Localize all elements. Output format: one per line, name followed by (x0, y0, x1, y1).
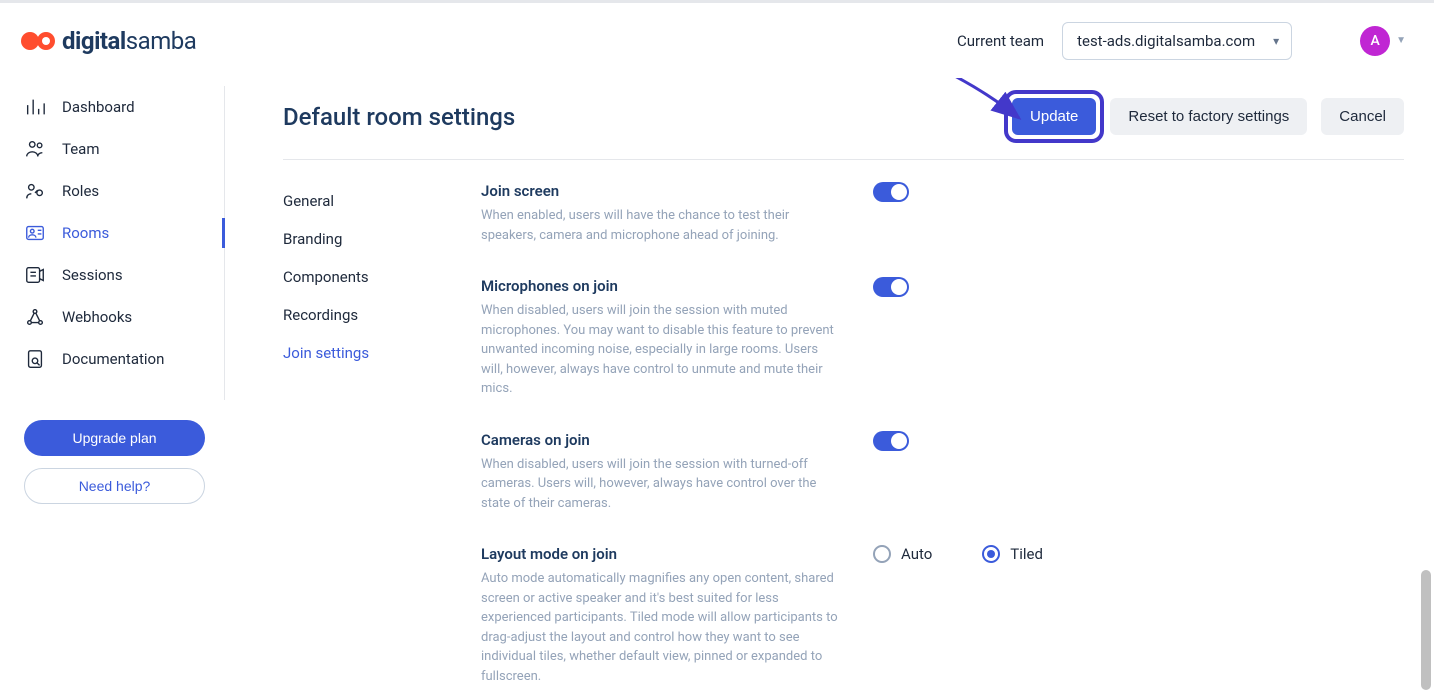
setting-desc: When disabled, users will join the sessi… (481, 301, 841, 399)
user-menu[interactable]: A ▼ (1360, 26, 1406, 56)
team-icon (24, 139, 46, 159)
setting-desc: Auto mode automatically magnifies any op… (481, 569, 841, 686)
reset-button[interactable]: Reset to factory settings (1110, 98, 1307, 135)
current-team-label: Current team (957, 32, 1044, 50)
radio-label: Auto (901, 545, 932, 563)
upgrade-plan-button[interactable]: Upgrade plan (24, 420, 205, 456)
sidebar-item-rooms[interactable]: Rooms (24, 212, 224, 254)
setting-layout-mode: Layout mode on join Auto mode automatica… (481, 545, 1404, 686)
setting-desc: When enabled, users will have the chance… (481, 206, 841, 245)
setting-title: Cameras on join (481, 431, 841, 449)
documentation-icon (24, 349, 46, 369)
sidebar-item-label: Dashboard (62, 98, 135, 116)
app-header: digitalsamba Current team test-ads.digit… (0, 3, 1434, 78)
setting-title: Microphones on join (481, 277, 841, 295)
rooms-icon (24, 223, 46, 243)
logo-icon (20, 29, 58, 53)
toggle-join-screen[interactable] (873, 182, 909, 202)
avatar: A (1360, 26, 1390, 56)
setting-join-screen: Join screen When enabled, users will hav… (481, 182, 1404, 245)
sidebar-item-label: Team (62, 140, 100, 158)
setting-desc: When disabled, users will join the sessi… (481, 455, 841, 514)
logo[interactable]: digitalsamba (20, 27, 196, 55)
webhooks-icon (24, 307, 46, 327)
team-select-value: test-ads.digitalsamba.com (1077, 32, 1255, 50)
main-content: Default room settings Update Reset to fa… (225, 78, 1434, 696)
update-button[interactable]: Update (1012, 98, 1096, 135)
setting-title: Join screen (481, 182, 841, 200)
subnav-item-join-settings[interactable]: Join settings (283, 334, 481, 372)
sidebar-item-label: Rooms (62, 224, 109, 242)
setting-microphones-on-join: Microphones on join When disabled, users… (481, 277, 1404, 399)
cancel-button[interactable]: Cancel (1321, 98, 1404, 135)
sidebar-item-label: Sessions (62, 266, 123, 284)
sidebar-item-roles[interactable]: Roles (24, 170, 224, 212)
setting-cameras-on-join: Cameras on join When disabled, users wil… (481, 431, 1404, 514)
sidebar-item-team[interactable]: Team (24, 128, 224, 170)
sidebar-item-documentation[interactable]: Documentation (24, 338, 224, 380)
radio-icon (982, 545, 1000, 563)
setting-title: Layout mode on join (481, 545, 841, 563)
dashboard-icon (24, 97, 46, 117)
sidebar-item-label: Documentation (62, 350, 164, 368)
radio-layout-tiled[interactable]: Tiled (982, 545, 1043, 563)
sidebar-item-sessions[interactable]: Sessions (24, 254, 224, 296)
sidebar-item-label: Roles (62, 182, 99, 200)
chevron-down-icon: ▼ (1396, 35, 1406, 46)
radio-label: Tiled (1010, 545, 1043, 563)
sidebar: Dashboard Team Roles Rooms Sessions Webh… (0, 78, 225, 696)
subnav-item-general[interactable]: General (283, 182, 481, 220)
subnav-item-components[interactable]: Components (283, 258, 481, 296)
team-select[interactable]: test-ads.digitalsamba.com (1062, 22, 1292, 60)
sidebar-item-webhooks[interactable]: Webhooks (24, 296, 224, 338)
scrollbar[interactable] (1421, 570, 1431, 690)
toggle-microphones[interactable] (873, 277, 909, 297)
page-title: Default room settings (283, 103, 515, 131)
sidebar-item-dashboard[interactable]: Dashboard (24, 86, 224, 128)
sidebar-item-label: Webhooks (62, 308, 132, 326)
sessions-icon (24, 265, 46, 285)
subnav-item-recordings[interactable]: Recordings (283, 296, 481, 334)
logo-text: digitalsamba (62, 27, 196, 55)
radio-icon (873, 545, 891, 563)
toggle-cameras[interactable] (873, 431, 909, 451)
roles-icon (24, 181, 46, 201)
page-header: Default room settings Update Reset to fa… (283, 78, 1404, 160)
settings-list: Join screen When enabled, users will hav… (481, 182, 1404, 696)
settings-subnav: General Branding Components Recordings J… (283, 182, 481, 696)
need-help-button[interactable]: Need help? (24, 468, 205, 504)
radio-layout-auto[interactable]: Auto (873, 545, 932, 563)
subnav-item-branding[interactable]: Branding (283, 220, 481, 258)
